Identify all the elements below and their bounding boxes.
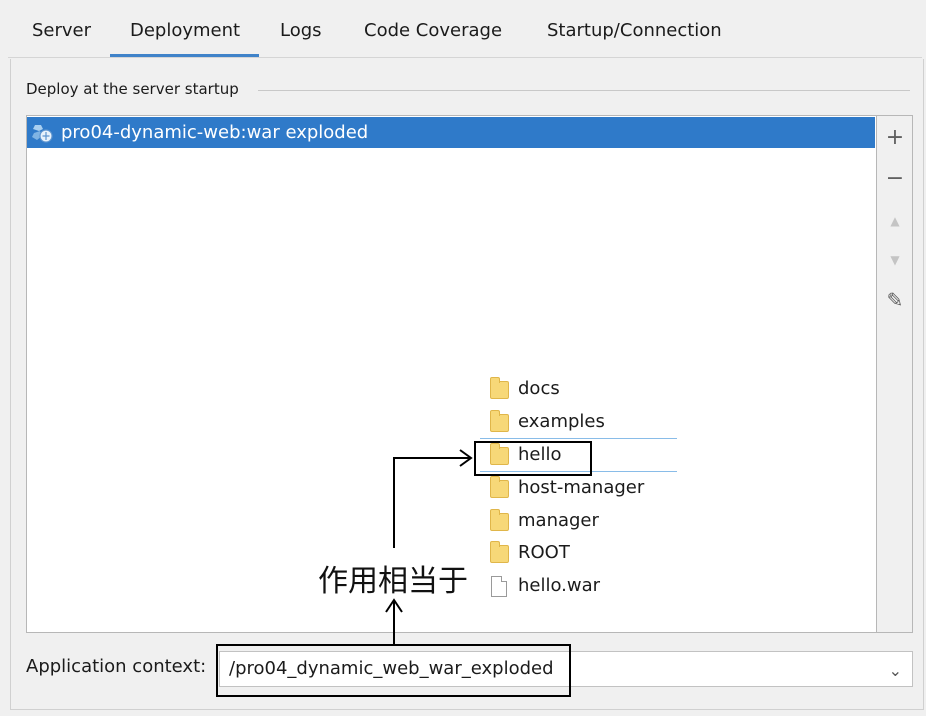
- tree-item-label: host-manager: [518, 477, 645, 498]
- folder-icon: [490, 476, 509, 498]
- tree-item-label: docs: [518, 378, 560, 399]
- tab-deployment[interactable]: Deployment: [130, 20, 240, 41]
- folder-icon: [490, 541, 509, 563]
- folder-icon: [490, 509, 509, 531]
- tree-item-label: ROOT: [518, 542, 570, 563]
- folder-icon: [490, 377, 509, 399]
- file-icon: [490, 576, 509, 597]
- tab-divider: [8, 57, 922, 58]
- move-up-icon[interactable]: ▲: [884, 210, 906, 232]
- hello-highlight-box: [474, 441, 592, 476]
- tree-item-label: manager: [518, 510, 599, 531]
- tab-bar: Server Deployment Logs Code Coverage Sta…: [0, 0, 926, 58]
- list-item-artifact[interactable]: pro04-dynamic-web:war exploded: [27, 117, 875, 148]
- tab-logs[interactable]: Logs: [280, 20, 322, 41]
- remove-icon[interactable]: −: [884, 168, 906, 190]
- tab-startup-connection[interactable]: Startup/Connection: [547, 20, 722, 41]
- move-down-icon[interactable]: ▼: [884, 249, 906, 271]
- annotation-text: 作用相当于: [318, 564, 468, 599]
- group-separator: [258, 90, 910, 91]
- app-context-highlight-box: [216, 644, 571, 697]
- list-toolbar: + − ▲ ▼ ✎: [876, 115, 913, 633]
- add-icon[interactable]: +: [884, 127, 906, 149]
- chevron-down-icon[interactable]: ⌄: [889, 661, 902, 680]
- app-context-label: Application context:: [26, 656, 207, 677]
- tree-item-label: hello.war: [518, 575, 601, 596]
- tab-code-coverage[interactable]: Code Coverage: [364, 20, 502, 41]
- tree-item-label: examples: [518, 411, 605, 432]
- artifact-icon: [32, 125, 53, 143]
- folder-icon: [490, 410, 509, 432]
- artifact-label: pro04-dynamic-web:war exploded: [61, 122, 369, 143]
- edit-icon[interactable]: ✎: [884, 289, 906, 311]
- deploy-group-title: Deploy at the server startup: [26, 80, 249, 98]
- tab-server[interactable]: Server: [32, 20, 91, 41]
